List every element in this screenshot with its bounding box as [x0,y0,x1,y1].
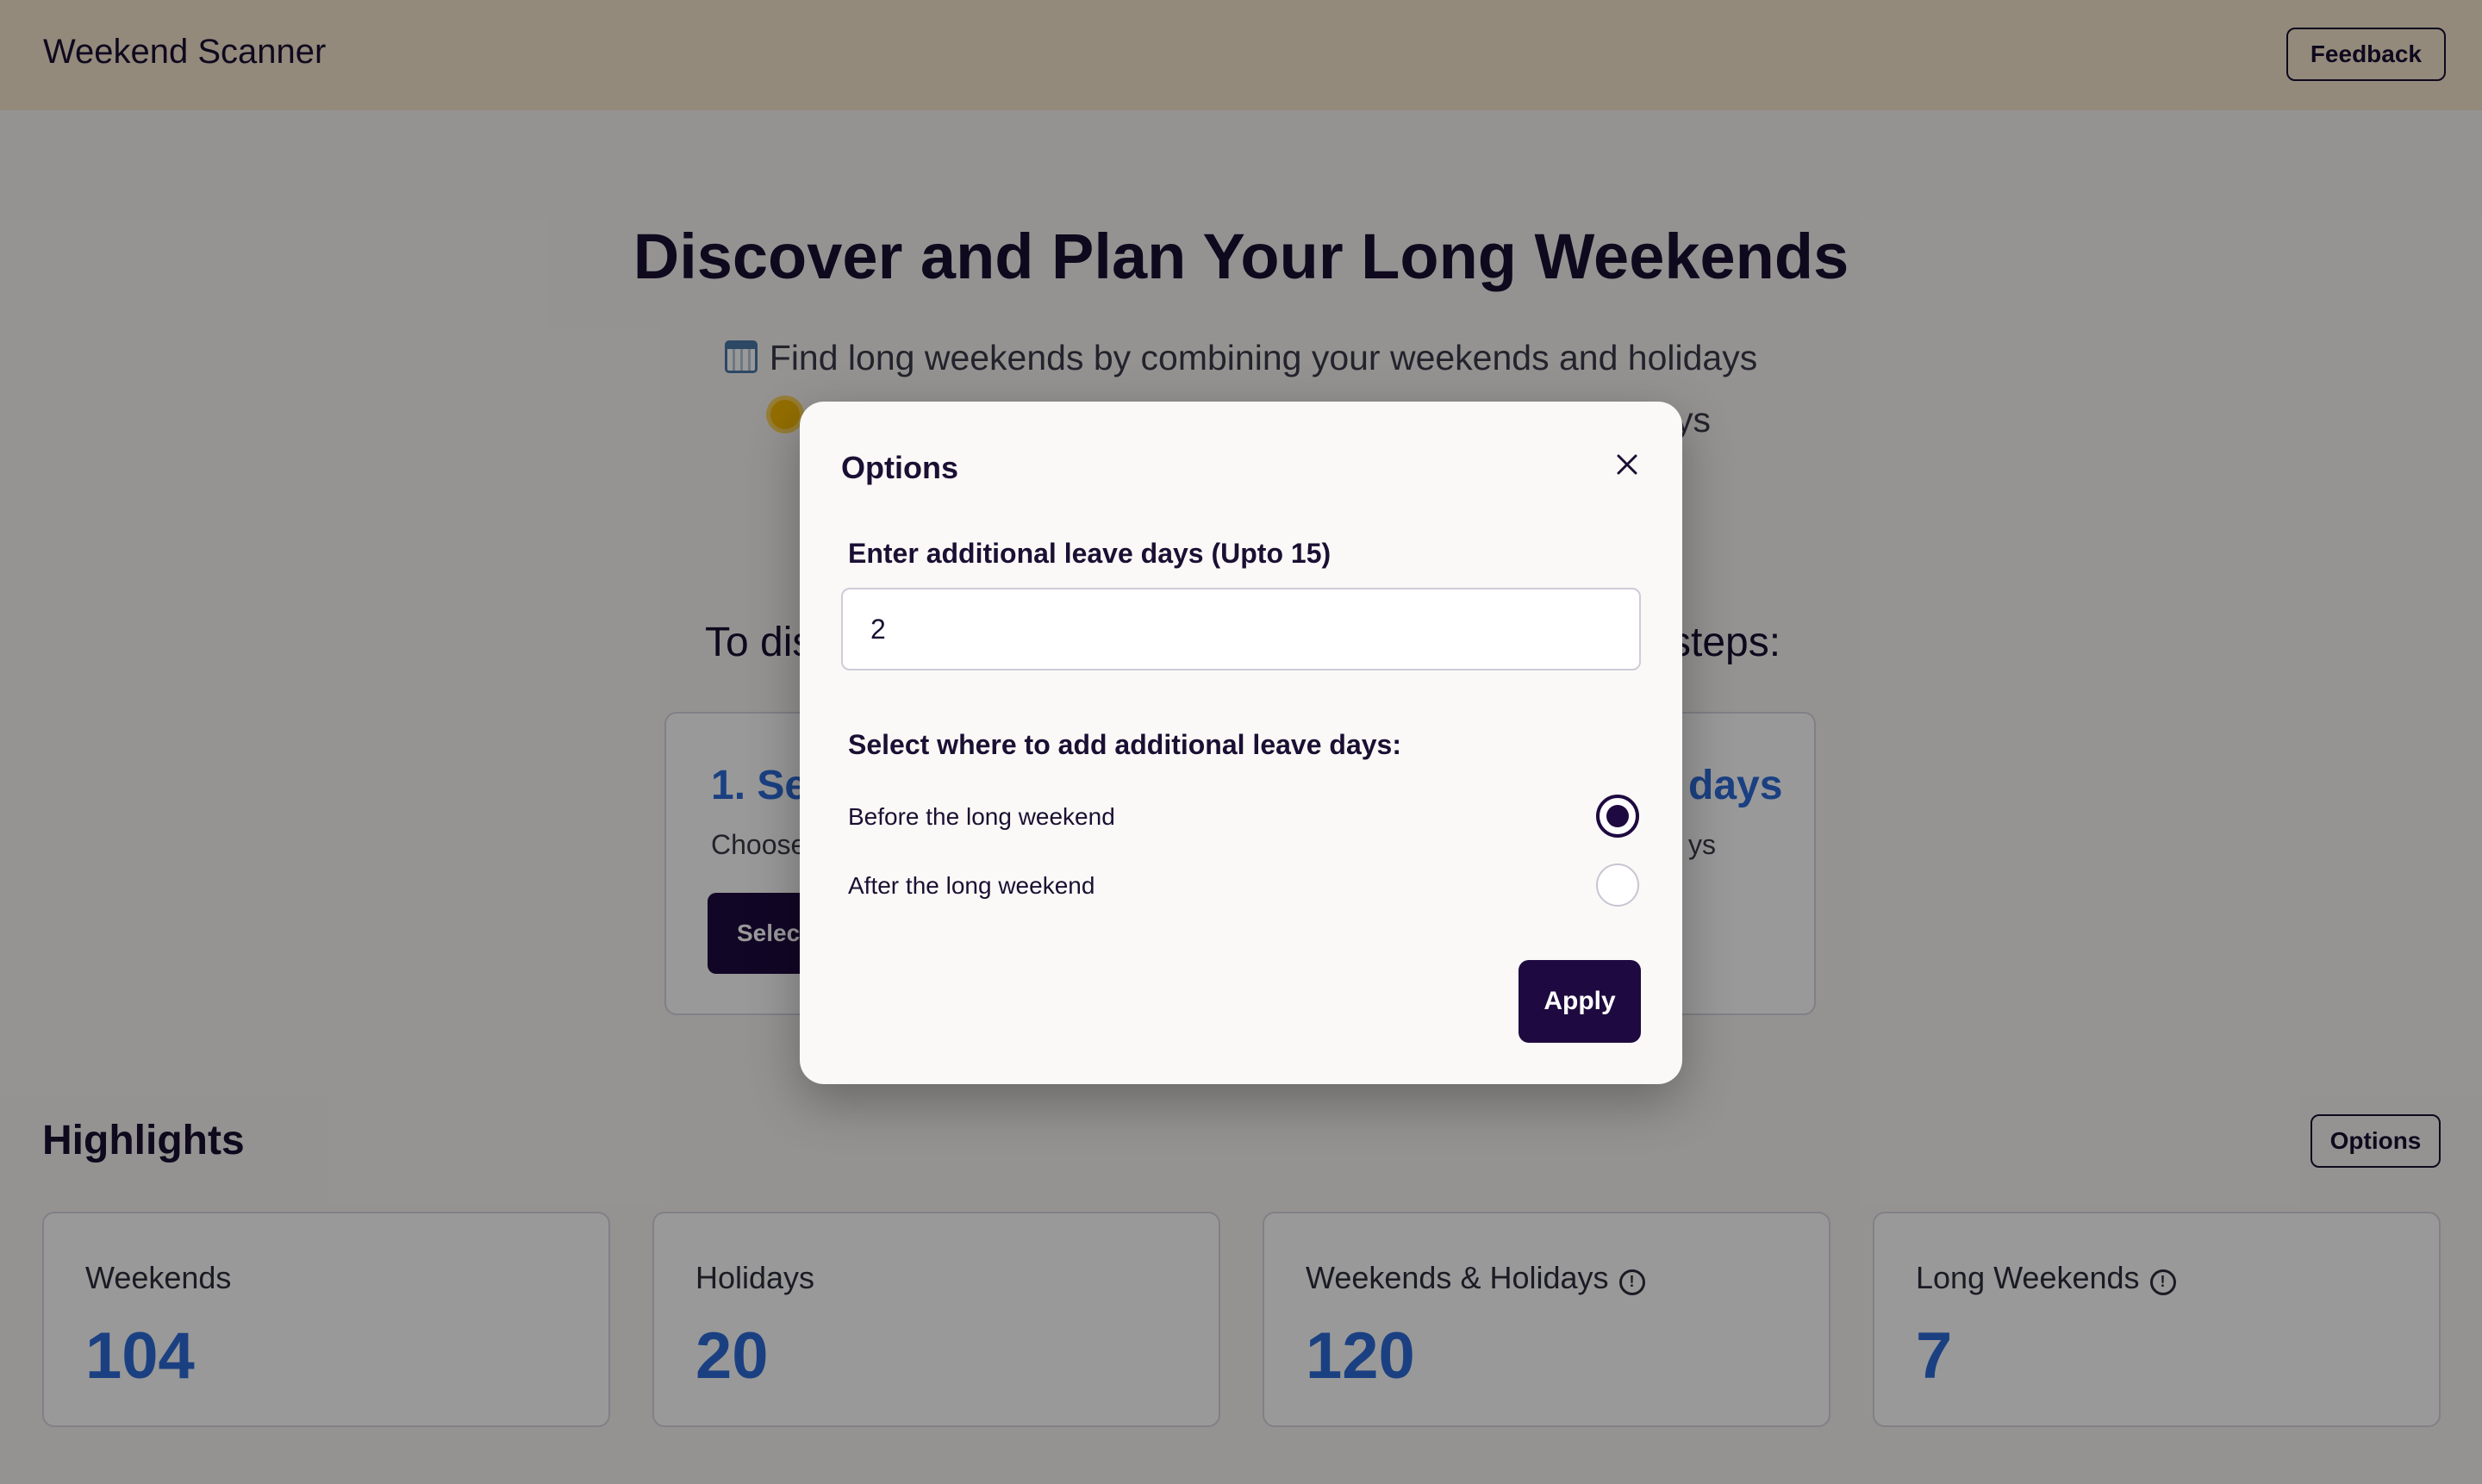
radio-before-long-weekend[interactable] [1596,795,1639,838]
apply-button[interactable]: Apply [1519,960,1641,1043]
radio-option-after[interactable]: After the long weekend [848,864,1639,908]
radio-label: Before the long weekend [848,803,1115,830]
leave-position-heading: Select where to add additional leave day… [848,729,1401,760]
close-icon [1617,454,1637,474]
radio-after-long-weekend[interactable] [1596,864,1639,907]
radio-label: After the long weekend [848,872,1095,899]
leave-days-label: Enter additional leave days (Upto 15) [848,538,1331,569]
modal-title: Options [841,450,958,485]
radio-option-before[interactable]: Before the long weekend [848,795,1639,839]
leave-days-input[interactable] [841,588,1641,670]
options-modal: Options Enter additional leave days (Upt… [800,402,1682,1084]
close-button[interactable] [1605,443,1649,488]
